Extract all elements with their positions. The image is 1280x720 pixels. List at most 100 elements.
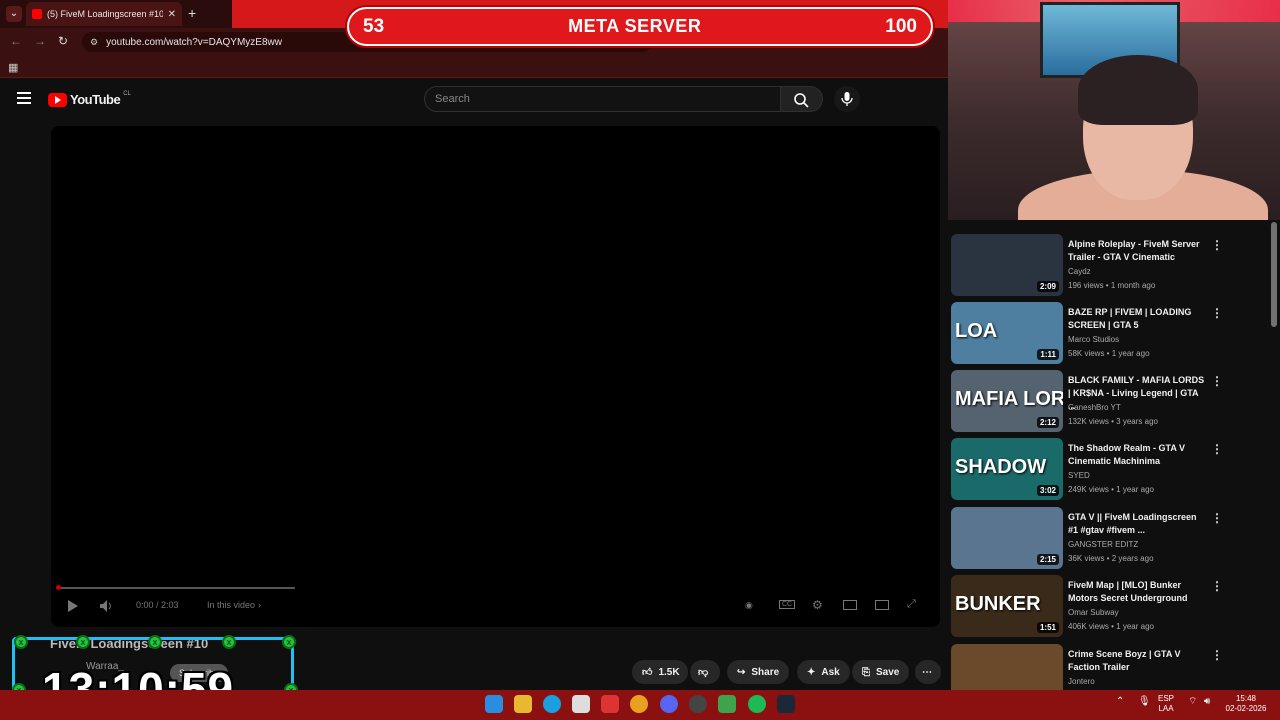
video-thumbnail[interactable]: SHADOW 3:02 xyxy=(951,438,1063,500)
video-player[interactable] xyxy=(51,126,940,627)
more-vertical-icon[interactable]: ⋮ xyxy=(1211,306,1223,320)
webcam-feed xyxy=(948,0,1280,220)
more-vertical-icon[interactable]: ⋮ xyxy=(1211,442,1223,456)
green-badge-icon: x xyxy=(148,635,162,649)
apps-grid-icon[interactable]: ▦ xyxy=(8,61,18,74)
video-thumbnail[interactable]: MAFIA LORD 2:12 xyxy=(951,370,1063,432)
more-vertical-icon[interactable]: ⋮ xyxy=(1211,511,1223,525)
settings-gear-icon[interactable]: ⚙ xyxy=(812,598,823,612)
video-thumbnail[interactable]: BUNKER 1:51 xyxy=(951,575,1063,637)
microphone-tray-icon[interactable]: 🎙︎ xyxy=(1138,697,1151,707)
more-vertical-icon[interactable]: ⋮ xyxy=(1211,579,1223,593)
video-thumbnail[interactable]: 2:15 xyxy=(951,507,1063,569)
windows-start-icon[interactable] xyxy=(485,695,503,713)
keyboard-layout: LAA xyxy=(1158,704,1174,713)
sidebar-scrollbar[interactable] xyxy=(1271,222,1277,327)
recommendation-channel[interactable]: Omar Subway xyxy=(1068,608,1119,617)
progress-scrubber[interactable] xyxy=(56,585,61,590)
volume-tray-icon[interactable]: 🔊︎ xyxy=(1204,697,1210,707)
clock-date: 02-02-2026 xyxy=(1225,704,1267,713)
duration-badge: 3:02 xyxy=(1036,485,1059,496)
spotify-icon[interactable] xyxy=(748,695,766,713)
app-icon[interactable] xyxy=(601,695,619,713)
volume-icon[interactable] xyxy=(100,600,114,612)
captions-icon[interactable]: CC xyxy=(779,600,796,609)
green-badge-icon: x xyxy=(14,635,28,649)
recommendation-title[interactable]: BAZE RP | FIVEM | LOADING SCREEN | GTA 5 xyxy=(1068,306,1208,332)
microphone-icon xyxy=(841,92,853,106)
recommendation-channel[interactable]: Caydz xyxy=(1068,267,1091,276)
search-input[interactable]: Search xyxy=(424,86,781,112)
search-button[interactable] xyxy=(781,86,823,112)
recommendation-item[interactable]: 2:09 Alpine Roleplay - FiveM Server Trai… xyxy=(951,234,1251,296)
miniplayer-icon[interactable] xyxy=(843,600,857,610)
voice-search-button[interactable] xyxy=(834,86,860,112)
recommendation-channel[interactable]: SYED xyxy=(1068,471,1090,480)
autoplay-toggle-icon[interactable]: ◉ xyxy=(745,600,753,611)
dislike-button[interactable]: 👎︎ xyxy=(690,660,720,684)
forward-button[interactable]: → xyxy=(34,34,46,48)
chapter-button[interactable]: In this video xyxy=(207,600,255,610)
recommendation-item[interactable]: LOA 1:11 BAZE RP | FIVEM | LOADING SCREE… xyxy=(951,302,1251,364)
recommendation-channel[interactable]: Marco Studios xyxy=(1068,335,1119,344)
tab-search-button[interactable]: ⌄ xyxy=(6,6,22,22)
tab-title: (5) FiveM Loadingscreen #10 - xyxy=(47,9,163,19)
file-explorer-icon[interactable] xyxy=(514,695,532,713)
settings-app-icon[interactable] xyxy=(689,695,707,713)
share-label: Share xyxy=(751,666,780,678)
video-thumbnail[interactable]: LOA 1:11 xyxy=(951,302,1063,364)
fullscreen-icon[interactable]: ⤢ xyxy=(907,598,916,611)
cast-icon[interactable] xyxy=(875,600,889,610)
new-tab-button[interactable]: + xyxy=(188,5,196,21)
recommendation-meta: 58K views • 1 year ago xyxy=(1068,349,1150,358)
play-icon[interactable] xyxy=(66,600,80,612)
back-button[interactable]: ← xyxy=(10,34,22,48)
recommendation-channel[interactable]: GANGSTER EDITZ xyxy=(1068,540,1138,549)
language-indicator[interactable]: ESP LAA xyxy=(1158,694,1174,714)
recommendation-item[interactable]: SHADOW 3:02 The Shadow Realm - GTA V Cin… xyxy=(951,438,1251,500)
more-vertical-icon[interactable]: ⋮ xyxy=(1211,648,1223,662)
recommendation-title[interactable]: Alpine Roleplay - FiveM Server Trailer -… xyxy=(1068,238,1208,264)
discord-icon[interactable] xyxy=(660,695,678,713)
store-icon[interactable] xyxy=(572,695,590,713)
progress-bar[interactable] xyxy=(56,585,295,590)
like-button[interactable]: 👍︎ 1.5K xyxy=(632,660,688,684)
site-info-icon[interactable]: ⚙ xyxy=(90,37,98,48)
save-button[interactable]: ⎘ Save xyxy=(852,660,910,684)
edge-browser-icon[interactable] xyxy=(543,695,561,713)
tab-close-icon[interactable]: ✕ xyxy=(168,9,176,20)
recommendation-item[interactable]: 2:15 GTA V || FiveM Loadingscreen #1 #gt… xyxy=(951,507,1251,569)
reload-button[interactable]: ↻ xyxy=(58,34,68,48)
video-thumbnail[interactable]: 2:09 xyxy=(951,234,1063,296)
recommendation-channel[interactable]: Jontero xyxy=(1068,677,1095,686)
youtube-logo[interactable]: YouTube CL xyxy=(48,91,131,107)
more-vertical-icon[interactable]: ⋮ xyxy=(1211,374,1223,388)
recommendation-title[interactable]: FiveM Map | [MLO] Bunker Motors Secret U… xyxy=(1068,579,1208,605)
more-actions-button[interactable]: ⋯ xyxy=(915,660,941,684)
ask-label: Ask xyxy=(821,666,840,678)
more-vertical-icon[interactable]: ⋮ xyxy=(1211,238,1223,252)
minecraft-icon[interactable] xyxy=(718,695,736,713)
chrome-icon[interactable] xyxy=(630,695,648,713)
recommendation-item[interactable]: BUNKER 1:51 FiveM Map | [MLO] Bunker Mot… xyxy=(951,575,1251,637)
recommendation-meta: 406K views • 1 year ago xyxy=(1068,622,1154,631)
network-icon[interactable]: ⌔ xyxy=(1188,697,1197,707)
banner-left-number: 53 xyxy=(363,15,385,37)
recommendation-channel[interactable]: GaneshBro YT xyxy=(1068,403,1121,412)
youtube-play-icon xyxy=(48,92,67,107)
steam-icon[interactable] xyxy=(777,695,795,713)
share-icon: ↪ xyxy=(737,666,746,678)
youtube-logo-text: YouTube xyxy=(70,92,121,107)
recommendation-item[interactable]: MAFIA LORD 2:12 BLACK FAMILY - MAFIA LOR… xyxy=(951,370,1251,432)
tray-chevron-icon[interactable]: ⌃ xyxy=(1116,697,1124,707)
thumbnail-text: SHADOW xyxy=(955,456,1047,478)
thumbnail-text: MAFIA LORD xyxy=(955,388,1063,410)
ask-button[interactable]: ✦ Ask xyxy=(797,660,850,684)
recommendation-title[interactable]: Crime Scene Boyz | GTA V Faction Trailer xyxy=(1068,648,1208,674)
browser-tab[interactable]: (5) FiveM Loadingscreen #10 - ✕ xyxy=(26,2,182,26)
menu-icon[interactable] xyxy=(17,92,31,104)
recommendation-title[interactable]: The Shadow Realm - GTA V Cinematic Machi… xyxy=(1068,442,1208,468)
share-button[interactable]: ↪ Share xyxy=(727,660,790,684)
clock[interactable]: 15:48 02-02-2026 xyxy=(1222,694,1270,714)
recommendation-title[interactable]: GTA V || FiveM Loadingscreen #1 #gtav #f… xyxy=(1068,511,1208,537)
